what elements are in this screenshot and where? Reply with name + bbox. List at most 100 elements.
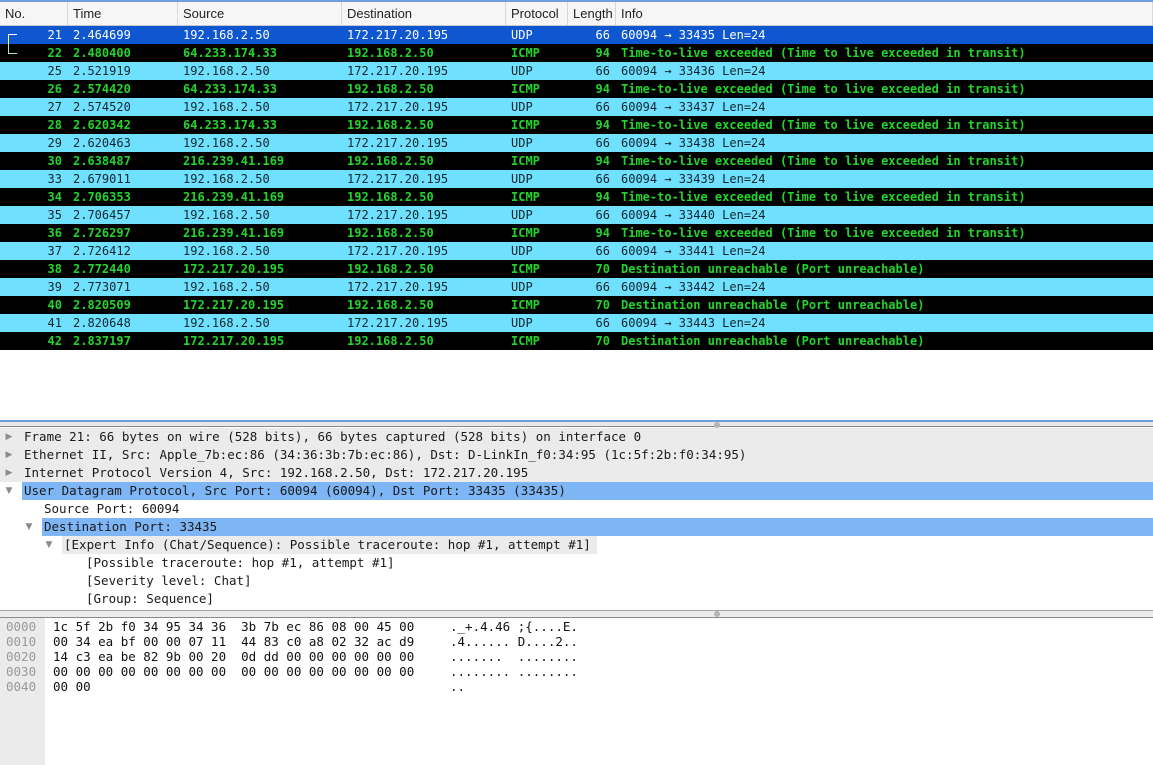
packet-protocol: ICMP [511, 334, 540, 348]
packet-row[interactable]: 34 2.706353 216.239.41.169 192.168.2.50 ICMP… [0, 188, 1153, 206]
packet-row[interactable]: 36 2.726297 216.239.41.169 192.168.2.50 ICMP… [0, 224, 1153, 242]
detail-tree-item[interactable]: ▶ Frame 21: 66 bytes on wire (528 bits), … [0, 428, 1153, 446]
packet-source: 192.168.2.50 [183, 136, 270, 150]
packet-source: 192.168.2.50 [183, 208, 270, 222]
column-header-destination[interactable]: Destination [342, 2, 506, 25]
packet-row[interactable]: 37 2.726412 192.168.2.50 172.217.20.195 UDP 6… [0, 242, 1153, 260]
packet-info: 60094 → 33442 Len=24 [621, 280, 766, 294]
column-header-time[interactable]: Time [68, 2, 178, 25]
packet-info: Time-to-live exceeded (Time to live exce… [621, 190, 1026, 204]
column-header-protocol[interactable]: Protocol [506, 2, 568, 25]
expand-arrow-down-icon[interactable]: ▼ [23, 518, 35, 536]
packet-no: 30 [47, 154, 62, 168]
packet-destination: 192.168.2.50 [347, 154, 434, 168]
packet-source: 64.233.174.33 [183, 118, 277, 132]
hex-dump-row[interactable]: 0010 00 34 ea bf 00 00 07 11 44 83 c0 a8 … [0, 634, 1153, 649]
packet-time: 2.706457 [73, 208, 131, 222]
expand-arrow-right-icon[interactable]: ▶ [3, 464, 15, 482]
packet-row[interactable]: 38 2.772440 172.217.20.195 192.168.2.50 ICMP… [0, 260, 1153, 278]
packet-length: 66 [595, 64, 610, 78]
pane-splitter-bottom[interactable] [0, 610, 1153, 618]
packet-source: 216.239.41.169 [183, 154, 285, 168]
packet-length: 66 [595, 172, 610, 186]
packet-time: 2.726412 [73, 244, 131, 258]
column-header-length[interactable]: Length [568, 2, 616, 25]
column-header-no[interactable]: No. [0, 2, 68, 25]
detail-tree-item[interactable]: ▶ Ethernet II, Src: Apple_7b:ec:86 (34:36… [0, 446, 1153, 464]
related-packet-bracket-icon [8, 44, 17, 54]
detail-tree-label: [Possible traceroute: hop #1, attempt #1… [86, 555, 395, 570]
packet-time: 2.574420 [73, 82, 131, 96]
packet-row[interactable]: 42 2.837197 172.217.20.195 192.168.2.50 ICMP… [0, 332, 1153, 350]
splitter-handle[interactable] [714, 611, 720, 617]
packet-protocol: UDP [511, 208, 533, 222]
hex-bytes: 00 00 00 00 00 00 00 00 00 00 00 00 00 0… [53, 664, 415, 679]
packet-info: 60094 → 33436 Len=24 [621, 64, 766, 78]
packet-row[interactable]: 29 2.620463 192.168.2.50 172.217.20.195 UDP 6… [0, 134, 1153, 152]
packet-time: 2.773071 [73, 280, 131, 294]
packet-info: 60094 → 33441 Len=24 [621, 244, 766, 258]
packet-rows: 21 2.464699 192.168.2.50 172.217.20.195 UDP 6… [0, 26, 1153, 350]
packet-details-tree[interactable]: ▶ Frame 21: 66 bytes on wire (528 bits), … [0, 428, 1153, 610]
packet-row[interactable]: 41 2.820648 192.168.2.50 172.217.20.195 UDP 6… [0, 314, 1153, 332]
packet-no: 27 [47, 100, 62, 114]
packet-row[interactable]: 40 2.820509 172.217.20.195 192.168.2.50 ICMP… [0, 296, 1153, 314]
ascii-bytes: .. [450, 679, 466, 694]
packet-info: 60094 → 33440 Len=24 [621, 208, 766, 222]
packet-length: 70 [595, 298, 610, 312]
packet-bytes-pane[interactable]: 0000 1c 5f 2b f0 34 95 34 36 3b 7b ec 86 … [0, 618, 1153, 765]
packet-protocol: ICMP [511, 298, 540, 312]
packet-info: 60094 → 33443 Len=24 [621, 316, 766, 330]
pane-splitter-top[interactable] [0, 420, 1153, 428]
packet-row[interactable]: 26 2.574420 64.233.174.33 192.168.2.50 ICMP 9… [0, 80, 1153, 98]
hex-dump-row[interactable]: 0030 00 00 00 00 00 00 00 00 00 00 00 00 … [0, 664, 1153, 679]
detail-tree-item[interactable]: [Possible traceroute: hop #1, attempt #1… [0, 554, 1153, 572]
packet-protocol: ICMP [511, 118, 540, 132]
hex-dump-row[interactable]: 0000 1c 5f 2b f0 34 95 34 36 3b 7b ec 86 … [0, 619, 1153, 634]
detail-tree-item[interactable]: ▼ User Datagram Protocol, Src Port: 60094… [0, 482, 1153, 500]
packet-row[interactable]: 27 2.574520 192.168.2.50 172.217.20.195 UDP 6… [0, 98, 1153, 116]
expand-arrow-right-icon[interactable]: ▶ [3, 428, 15, 446]
detail-tree-item[interactable]: [Group: Sequence] [0, 590, 1153, 608]
packet-row[interactable]: 33 2.679011 192.168.2.50 172.217.20.195 UDP 6… [0, 170, 1153, 188]
packet-row[interactable]: 22 2.480400 64.233.174.33 192.168.2.50 ICMP 9… [0, 44, 1153, 62]
packet-length: 94 [595, 118, 610, 132]
packet-row[interactable]: 28 2.620342 64.233.174.33 192.168.2.50 ICMP 9… [0, 116, 1153, 134]
expand-arrow-down-icon[interactable]: ▼ [43, 536, 55, 554]
expand-arrow-right-icon[interactable]: ▶ [3, 446, 15, 464]
expand-arrow-down-icon[interactable]: ▼ [3, 482, 15, 500]
detail-tree-item[interactable]: ▼ Destination Port: 33435 [0, 518, 1153, 536]
packet-time: 2.837197 [73, 334, 131, 348]
packet-row[interactable]: 39 2.773071 192.168.2.50 172.217.20.195 UDP 6… [0, 278, 1153, 296]
detail-tree-label: Source Port: 60094 [44, 501, 180, 516]
packet-no: 29 [47, 136, 62, 150]
hex-bytes: 14 c3 ea be 82 9b 00 20 0d dd 00 00 00 0… [53, 649, 415, 664]
packet-info: 60094 → 33439 Len=24 [621, 172, 766, 186]
detail-tree-item[interactable]: [Severity level: Chat] [0, 572, 1153, 590]
hex-offset: 0000 [6, 619, 37, 634]
packet-no: 37 [47, 244, 62, 258]
packet-row[interactable]: 25 2.521919 192.168.2.50 172.217.20.195 UDP 6… [0, 62, 1153, 80]
packet-destination: 192.168.2.50 [347, 298, 434, 312]
column-header-info[interactable]: Info [616, 2, 1153, 25]
packet-no: 39 [47, 280, 62, 294]
hex-dump-row[interactable]: 0020 14 c3 ea be 82 9b 00 20 0d dd 00 00 … [0, 649, 1153, 664]
detail-tree-item[interactable]: ▶ Internet Protocol Version 4, Src: 192.1… [0, 464, 1153, 482]
packet-destination: 172.217.20.195 [347, 244, 449, 258]
packet-destination: 172.217.20.195 [347, 64, 449, 78]
detail-tree-item[interactable]: ▼ [Expert Info (Chat/Sequence): Possible … [0, 536, 1153, 554]
hex-dump-row[interactable]: 0040 00 00.. [0, 679, 1153, 694]
packet-time: 2.620342 [73, 118, 131, 132]
packet-info: Time-to-live exceeded (Time to live exce… [621, 118, 1026, 132]
hex-offset: 0010 [6, 634, 37, 649]
packet-list[interactable]: No. Time Source Destination Protocol Len… [0, 2, 1153, 420]
packet-row-selected[interactable]: 21 2.464699 192.168.2.50 172.217.20.195 UDP 6… [0, 26, 1153, 45]
packet-length: 66 [595, 280, 610, 294]
packet-time: 2.706353 [73, 190, 131, 204]
packet-row[interactable]: 30 2.638487 216.239.41.169 192.168.2.50 ICMP… [0, 152, 1153, 170]
column-header-source[interactable]: Source [178, 2, 342, 25]
packet-row[interactable]: 35 2.706457 192.168.2.50 172.217.20.195 UDP 6… [0, 206, 1153, 224]
packet-source: 172.217.20.195 [183, 334, 285, 348]
packet-destination: 172.217.20.195 [347, 100, 449, 114]
detail-tree-item[interactable]: Source Port: 60094 [0, 500, 1153, 518]
